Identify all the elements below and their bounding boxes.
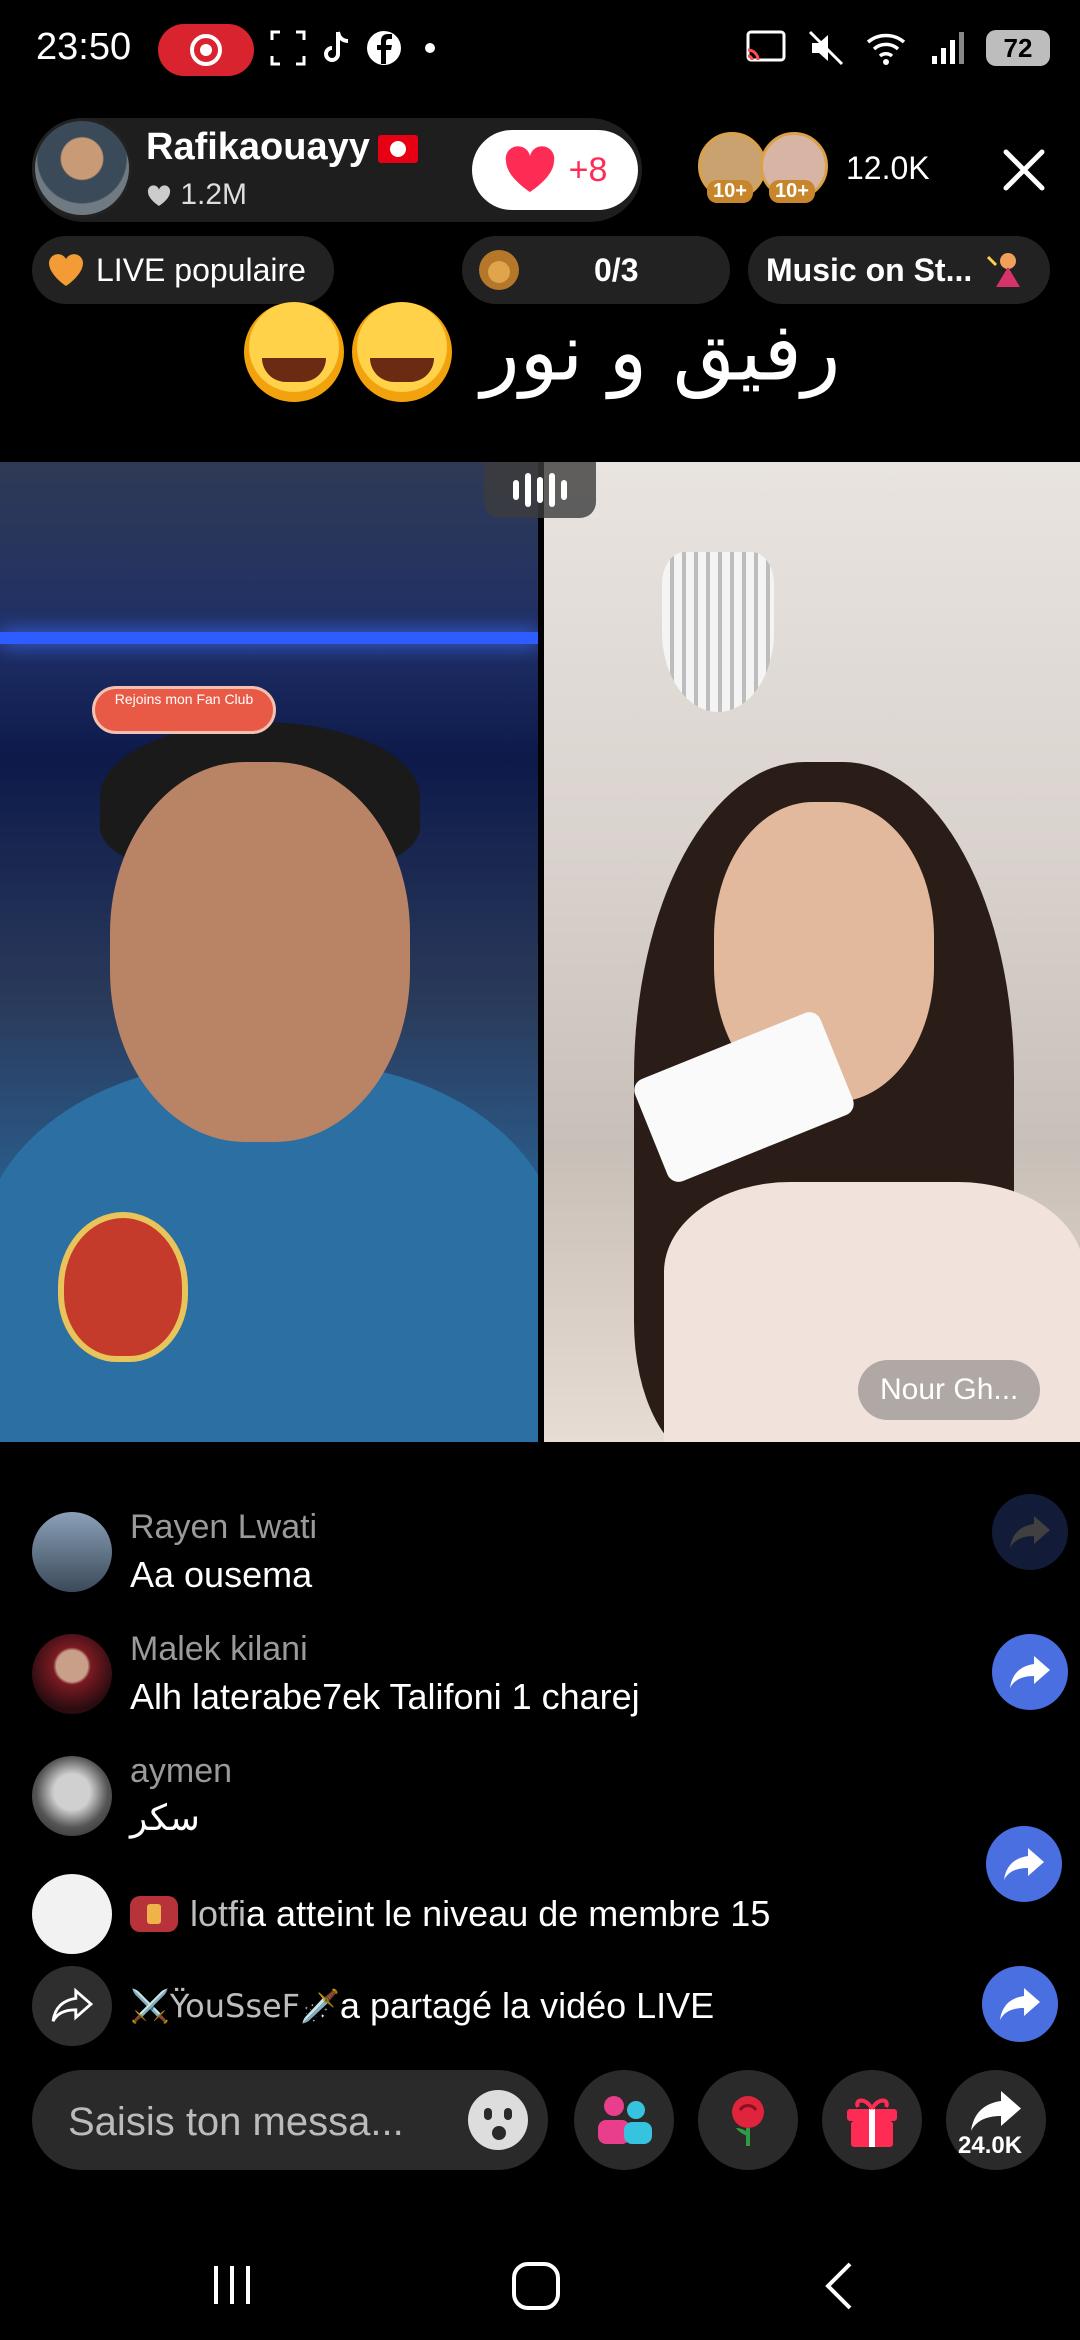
guest-video[interactable]	[544, 462, 1080, 1442]
emoji-icon[interactable]	[468, 2090, 528, 2150]
mute-icon	[808, 30, 844, 66]
share-arrow-icon[interactable]	[992, 1494, 1068, 1570]
wifi-icon	[866, 33, 906, 65]
goal-progress: 0/3	[594, 251, 639, 288]
comment-text: سكر	[130, 1798, 200, 1839]
back-icon[interactable]	[820, 2260, 860, 2312]
share-outline-icon	[32, 1966, 112, 2046]
notification-dot-icon	[425, 43, 435, 53]
share-arrow-icon[interactable]	[992, 1634, 1068, 1710]
viewer-count[interactable]: 12.0K	[846, 150, 930, 187]
level-up-message: lotfi a atteint le niveau de membre 15	[32, 1874, 770, 1954]
share-message: ⚔️ŸouSseF🗡️ a partagé la vidéo LIVE	[32, 1966, 714, 2046]
tiktok-icon	[324, 31, 349, 62]
host-video[interactable]: Rejoins mon Fan Club	[0, 462, 538, 1442]
tunisia-flag-icon	[377, 134, 418, 163]
status-time: 23:50	[36, 26, 132, 68]
live-title: رفيق و نور	[0, 300, 1080, 403]
goal-pill[interactable]: 0/3	[462, 236, 730, 304]
signal-icon	[932, 32, 964, 64]
comment-user[interactable]: Malek kilani	[130, 1630, 308, 1669]
rose-gift-button[interactable]	[698, 2070, 798, 2170]
rose-icon	[732, 2096, 764, 2146]
message-input[interactable]: Saisis ton messa...	[32, 2070, 548, 2170]
rofl-emoji-icon	[351, 302, 452, 403]
facebook-icon	[367, 31, 401, 65]
audio-level-icon[interactable]	[484, 462, 596, 518]
comment-avatar[interactable]	[32, 1512, 112, 1592]
comment-text: Aa ousema	[130, 1554, 313, 1595]
heart-outline-icon	[147, 185, 171, 207]
member-level-badge-icon	[130, 1896, 178, 1932]
gift-icon	[847, 2098, 897, 2147]
chandelier	[662, 552, 774, 712]
host-likes: 1.2M	[146, 178, 247, 212]
battery-icon: 72	[986, 30, 1050, 66]
level-user[interactable]: lotfi	[190, 1893, 246, 1935]
host-name: Rafikaouayy	[146, 126, 418, 169]
status-bar: 23:50 72	[0, 0, 1080, 100]
recent-apps-icon[interactable]	[208, 2260, 258, 2310]
close-icon[interactable]	[996, 142, 1052, 198]
comment-avatar[interactable]	[32, 1634, 112, 1714]
follow-count: +8	[568, 150, 608, 189]
viewer-avatar[interactable]: 10+	[760, 132, 828, 203]
share-count: 24.0K	[958, 2132, 1023, 2159]
share-user[interactable]: ⚔️ŸouSseF🗡️	[130, 1987, 340, 2025]
cast-icon	[746, 30, 786, 62]
share-icon	[971, 2091, 1021, 2131]
gift-button[interactable]	[822, 2070, 922, 2170]
share-arrow-icon[interactable]	[986, 1826, 1062, 1902]
lion-icon	[479, 250, 519, 290]
heart-icon	[505, 146, 554, 192]
comment-avatar[interactable]	[32, 1874, 112, 1954]
guest-nameplate[interactable]: Nour Gh...	[858, 1360, 1041, 1420]
share-arrow-icon[interactable]	[982, 1966, 1058, 2042]
screen-record-icon[interactable]	[158, 24, 254, 76]
host-avatar[interactable]	[32, 118, 132, 218]
fan-club-sticker[interactable]: Rejoins mon Fan Club	[92, 686, 276, 734]
top-viewers[interactable]: 10+ 10+	[698, 132, 828, 203]
music-pill[interactable]: Music on St...	[748, 236, 1050, 304]
home-icon[interactable]	[508, 2258, 564, 2314]
comment-user[interactable]: Rayen Lwati	[130, 1508, 317, 1547]
multi-guest-button[interactable]	[574, 2070, 674, 2170]
follow-button[interactable]: +8	[472, 130, 638, 210]
live-popular-pill[interactable]: LIVE populaire	[32, 236, 334, 304]
comment-user[interactable]: aymen	[130, 1752, 232, 1791]
message-placeholder: Saisis ton messa...	[68, 2100, 404, 2144]
guests-icon	[598, 2096, 652, 2144]
viewer-avatar[interactable]: 10+	[698, 132, 766, 203]
comment-avatar[interactable]	[32, 1756, 112, 1836]
screenshot-icon	[270, 30, 306, 66]
system-nav-bar	[0, 2230, 1080, 2340]
comment-text: Alh laterabe7ek Talifoni 1 charej	[130, 1676, 640, 1717]
host-card[interactable]: Rafikaouayy 1.2M +8	[32, 118, 642, 222]
jersey-crest	[58, 1212, 188, 1362]
rofl-emoji-icon	[243, 302, 344, 403]
orange-heart-icon	[49, 254, 83, 286]
fairy-icon	[987, 253, 1021, 287]
level-text: a atteint le niveau de membre 15	[246, 1893, 771, 1934]
share-text: a partagé la vidéo LIVE	[339, 1985, 715, 2026]
